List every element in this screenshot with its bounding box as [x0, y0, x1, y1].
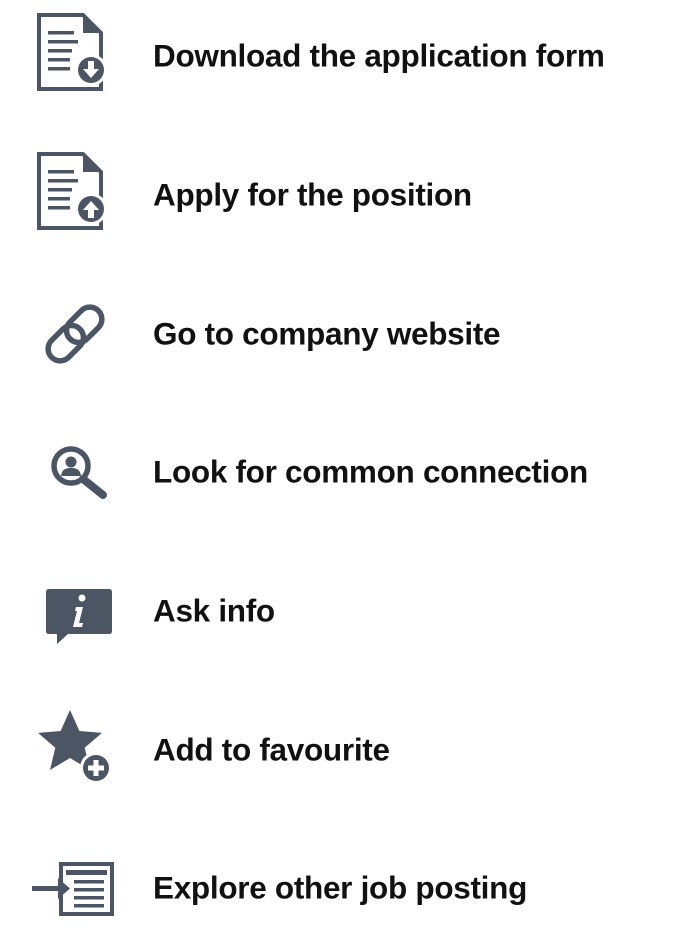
action-label: Ask info	[153, 592, 275, 629]
company-website-action[interactable]: Go to company website	[0, 284, 694, 384]
info-chat-icon	[30, 561, 120, 661]
action-label: Apply for the position	[153, 176, 472, 213]
star-add-icon	[30, 700, 120, 800]
common-connection-action[interactable]: Look for common connection	[0, 422, 694, 522]
action-label: Look for common connection	[153, 453, 588, 490]
document-download-icon	[30, 6, 120, 106]
download-form-action[interactable]: Download the application form	[0, 6, 694, 106]
person-search-icon	[30, 422, 120, 522]
link-icon	[30, 284, 120, 384]
action-label: Add to favourite	[153, 731, 390, 768]
action-list: Download the application form Apply for …	[0, 0, 694, 916]
explore-postings-action[interactable]: Explore other job posting	[0, 838, 694, 938]
document-upload-icon	[30, 145, 120, 245]
action-label: Download the application form	[153, 37, 605, 74]
add-favourite-action[interactable]: Add to favourite	[0, 700, 694, 800]
action-label: Go to company website	[153, 315, 501, 352]
enter-list-icon	[30, 838, 120, 938]
action-label: Explore other job posting	[153, 869, 528, 906]
apply-action[interactable]: Apply for the position	[0, 145, 694, 245]
ask-info-action[interactable]: Ask info	[0, 561, 694, 661]
